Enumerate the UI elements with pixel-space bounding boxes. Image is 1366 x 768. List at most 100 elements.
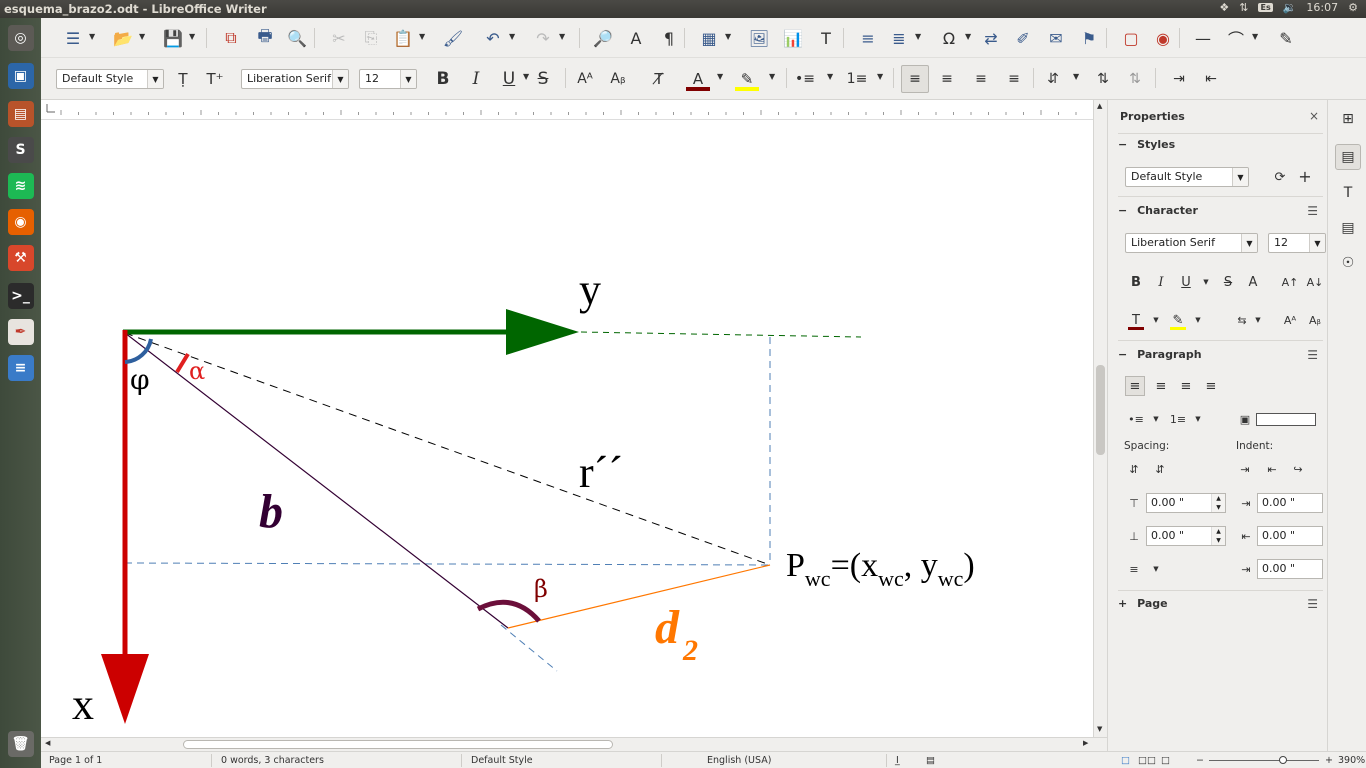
track-changes-icon[interactable]: ▢ — [1119, 26, 1143, 50]
scroll-left-icon[interactable]: ◀ — [45, 739, 50, 747]
document-modified-icon[interactable]: ▤ — [926, 755, 935, 766]
paste-icon[interactable]: 📋 — [391, 26, 415, 50]
sidebar-font-name-combo[interactable]: Liberation Serif ▼ — [1125, 233, 1258, 253]
horizontal-scrollbar[interactable]: ◀ ▶ — [41, 737, 1107, 751]
chevron-down-icon[interactable]: ▼ — [769, 72, 775, 81]
hanging-indent-icon[interactable]: ↪ — [1288, 459, 1308, 479]
justify-button[interactable]: ≡ — [1002, 67, 1026, 91]
increase-indent-icon[interactable]: ⇥ — [1167, 67, 1191, 91]
multi-page-view-icon[interactable]: □□ — [1138, 755, 1156, 766]
decrease-paragraph-spacing-icon[interactable]: ⇅ — [1123, 67, 1147, 91]
single-page-view-icon[interactable]: □ — [1121, 755, 1130, 766]
chevron-down-icon[interactable]: ▼ — [1232, 168, 1248, 186]
first-line-indent-field[interactable]: 0.00 " — [1257, 559, 1323, 579]
chevron-down-icon[interactable]: ▼ — [1309, 234, 1325, 252]
network-icon[interactable]: ⇅ — [1239, 1, 1248, 14]
page-count[interactable]: Page 1 of 1 — [49, 755, 102, 766]
launcher-virtualbox[interactable]: ▣ — [4, 60, 37, 92]
decrease-spacing-icon[interactable]: ⇵ — [1150, 459, 1170, 479]
chevron-down-icon[interactable]: ▼ — [189, 32, 195, 41]
launcher-firefox[interactable]: ◉ — [4, 206, 37, 238]
chevron-down-icon[interactable]: ▼ — [717, 72, 723, 81]
sidebar-shadow-icon[interactable]: A — [1243, 272, 1263, 292]
horizontal-scroll-thumb[interactable] — [183, 740, 613, 749]
subscript-icon[interactable]: Aᵦ — [606, 67, 630, 91]
chevron-down-icon[interactable]: ▼ — [1196, 272, 1216, 292]
sidebar-align-right-button[interactable]: ≡ — [1176, 376, 1196, 396]
decrease-indent-icon[interactable]: ⇤ — [1199, 67, 1223, 91]
find-icon[interactable]: 🔎 — [591, 26, 615, 50]
navigator-tab-icon[interactable]: ☉ — [1335, 250, 1361, 276]
zoom-out-icon[interactable]: − — [1196, 755, 1204, 766]
chevron-down-icon[interactable]: ▼ — [915, 32, 921, 41]
paragraph-background-swatch[interactable] — [1256, 413, 1316, 426]
textbox-icon[interactable]: T — [814, 26, 838, 50]
chart-icon[interactable]: 📊 — [781, 26, 805, 50]
expand-icon[interactable]: + — [1118, 597, 1127, 610]
gallery-tab-icon[interactable]: ▤ — [1335, 215, 1361, 241]
before-text-indent-field[interactable]: 0.00 " — [1257, 493, 1323, 513]
bullet-list-icon[interactable]: •≡ — [793, 67, 817, 91]
language[interactable]: English (USA) — [707, 755, 771, 766]
horizontal-ruler[interactable] — [41, 100, 1093, 120]
document-area[interactable]: y x φ α r´´ b β d 2 Pwc=(xwc, ywc) — [41, 100, 1093, 737]
special-char-icon[interactable]: Ω — [937, 26, 961, 50]
sidebar-font-size-combo[interactable]: 12 ▼ — [1268, 233, 1326, 253]
clone-icon[interactable]: 🖌 — [441, 26, 465, 50]
sidebar-align-left-button[interactable]: ≡ — [1125, 376, 1145, 396]
spin-arrows-icon[interactable]: ▲ ▼ — [1211, 494, 1225, 512]
launcher-ubuntu-dash[interactable]: ◎ — [4, 22, 37, 54]
close-icon[interactable]: × — [1309, 109, 1319, 123]
sidebar-numbering-icon[interactable]: 1≡ — [1168, 409, 1188, 429]
clock[interactable]: 16:07 — [1306, 1, 1338, 14]
footnote-icon[interactable]: ✐ — [1011, 26, 1035, 50]
line-spacing-icon[interactable]: ⇵ — [1041, 67, 1065, 91]
italic-button[interactable]: I — [464, 67, 488, 91]
zoom-slider-track[interactable] — [1209, 760, 1319, 761]
comment-icon[interactable]: ✉ — [1044, 26, 1068, 50]
cut-icon[interactable]: ✂ — [327, 26, 351, 50]
chevron-down-icon[interactable]: ▼ — [147, 70, 163, 88]
paragraph-background-icon[interactable]: ▣ — [1235, 409, 1255, 429]
launcher-spotify[interactable]: ≋ — [4, 170, 37, 202]
increase-indent-sb-icon[interactable]: ⇥ — [1235, 459, 1255, 479]
draw-icon[interactable]: ✎ — [1274, 26, 1298, 50]
chevron-down-icon[interactable]: ▼ — [332, 70, 348, 88]
spelling-icon[interactable]: A — [624, 26, 648, 50]
chevron-down-icon[interactable]: ▼ — [1073, 72, 1079, 81]
collapse-icon[interactable]: − — [1118, 138, 1127, 151]
sidebar-strike-button[interactable]: S — [1218, 272, 1238, 292]
paragraph-style-combo[interactable]: Default Style ▼ — [56, 69, 164, 89]
collapse-icon[interactable]: − — [1118, 204, 1127, 217]
sidebar-italic-button[interactable]: I — [1151, 272, 1171, 292]
line-spacing-sb-icon[interactable]: ≡ — [1124, 559, 1144, 579]
superscript-icon[interactable]: Aᴬ — [573, 67, 597, 91]
sidebar-style-combo[interactable]: Default Style ▼ — [1125, 167, 1249, 187]
chevron-down-icon[interactable]: ▼ — [965, 32, 971, 41]
launcher-files[interactable]: ▤ — [4, 98, 37, 130]
field-icon[interactable]: ≣ — [887, 26, 911, 50]
chevron-down-icon[interactable]: ▼ — [1146, 409, 1166, 429]
print-preview-icon[interactable]: 🔍 — [285, 26, 309, 50]
page-break-icon[interactable]: ≡ — [856, 26, 880, 50]
paragraph-section-header[interactable]: − Paragraph ☰ — [1118, 348, 1318, 366]
save-icon[interactable]: 💾 — [161, 26, 185, 50]
zoom-in-icon[interactable]: + — [1325, 755, 1333, 766]
page-style[interactable]: Default Style — [471, 755, 533, 766]
new-style-plus-icon[interactable]: + — [1295, 166, 1315, 186]
align-center-button[interactable]: ≡ — [935, 67, 959, 91]
launcher-trash[interactable]: 🗑 — [4, 728, 37, 760]
chevron-down-icon[interactable]: ▼ — [1146, 559, 1166, 579]
chevron-down-icon[interactable]: ▼ — [1252, 32, 1258, 41]
chevron-down-icon[interactable]: ▼ — [827, 72, 833, 81]
image-icon[interactable]: 🖼 — [747, 26, 771, 50]
volume-icon[interactable]: 🔉 — [1283, 1, 1297, 14]
copy-icon[interactable]: ⎘ — [359, 26, 383, 50]
chevron-down-icon[interactable]: ▼ — [1241, 234, 1257, 252]
font-name-combo[interactable]: Liberation Serif ▼ — [241, 69, 349, 89]
bold-button[interactable]: B — [431, 67, 455, 91]
launcher-sublime-text[interactable]: S — [4, 134, 37, 166]
book-view-icon[interactable]: □ — [1161, 755, 1170, 766]
properties-tab-icon[interactable]: ▤ — [1335, 144, 1361, 170]
sidebar-justify-button[interactable]: ≡ — [1201, 376, 1221, 396]
